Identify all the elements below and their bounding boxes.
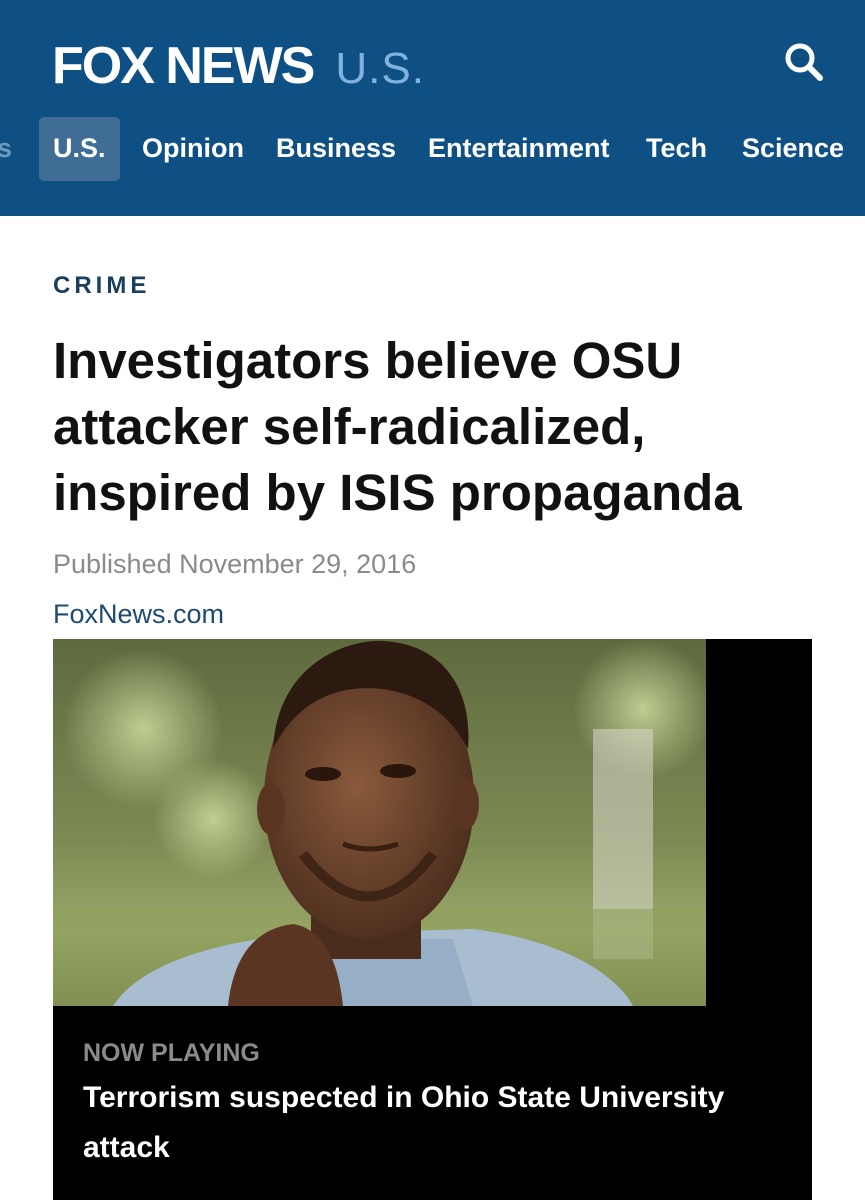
source-link[interactable]: FoxNews.com bbox=[53, 599, 224, 630]
section-nav: s U.S. Opinion Business Entertainment Te… bbox=[0, 117, 865, 181]
nav-item-tech[interactable]: Tech bbox=[646, 117, 707, 181]
site-header: FOX NEWS U.S. s U.S. Opinion Business En… bbox=[0, 0, 865, 216]
site-logo[interactable]: FOX NEWS U.S. bbox=[52, 36, 425, 96]
search-icon bbox=[785, 43, 823, 81]
video-player[interactable]: NOW PLAYING Terrorism suspected in Ohio … bbox=[53, 639, 812, 1200]
article-headline: Investigators believe OSU attacker self-… bbox=[53, 332, 742, 521]
article-category[interactable]: CRIME bbox=[53, 272, 150, 300]
search-button[interactable] bbox=[778, 36, 830, 88]
now-playing-label: NOW PLAYING bbox=[83, 1039, 260, 1067]
nav-item-business[interactable]: Business bbox=[276, 117, 396, 181]
video-title[interactable]: Terrorism suspected in Ohio State Univer… bbox=[83, 1073, 783, 1173]
nav-item-opinion[interactable]: Opinion bbox=[142, 117, 244, 181]
publish-date: Published November 29, 2016 bbox=[53, 549, 417, 579]
nav-item-us[interactable]: U.S. bbox=[39, 117, 120, 181]
logo-section-label: U.S. bbox=[335, 44, 425, 93]
nav-item-science[interactable]: Science bbox=[742, 117, 844, 181]
logo-wordmark: FOX NEWS bbox=[52, 37, 315, 95]
nav-item-previous[interactable]: s bbox=[0, 117, 12, 181]
nav-item-entertainment[interactable]: Entertainment bbox=[428, 117, 610, 181]
video-thumbnail bbox=[53, 639, 706, 1006]
